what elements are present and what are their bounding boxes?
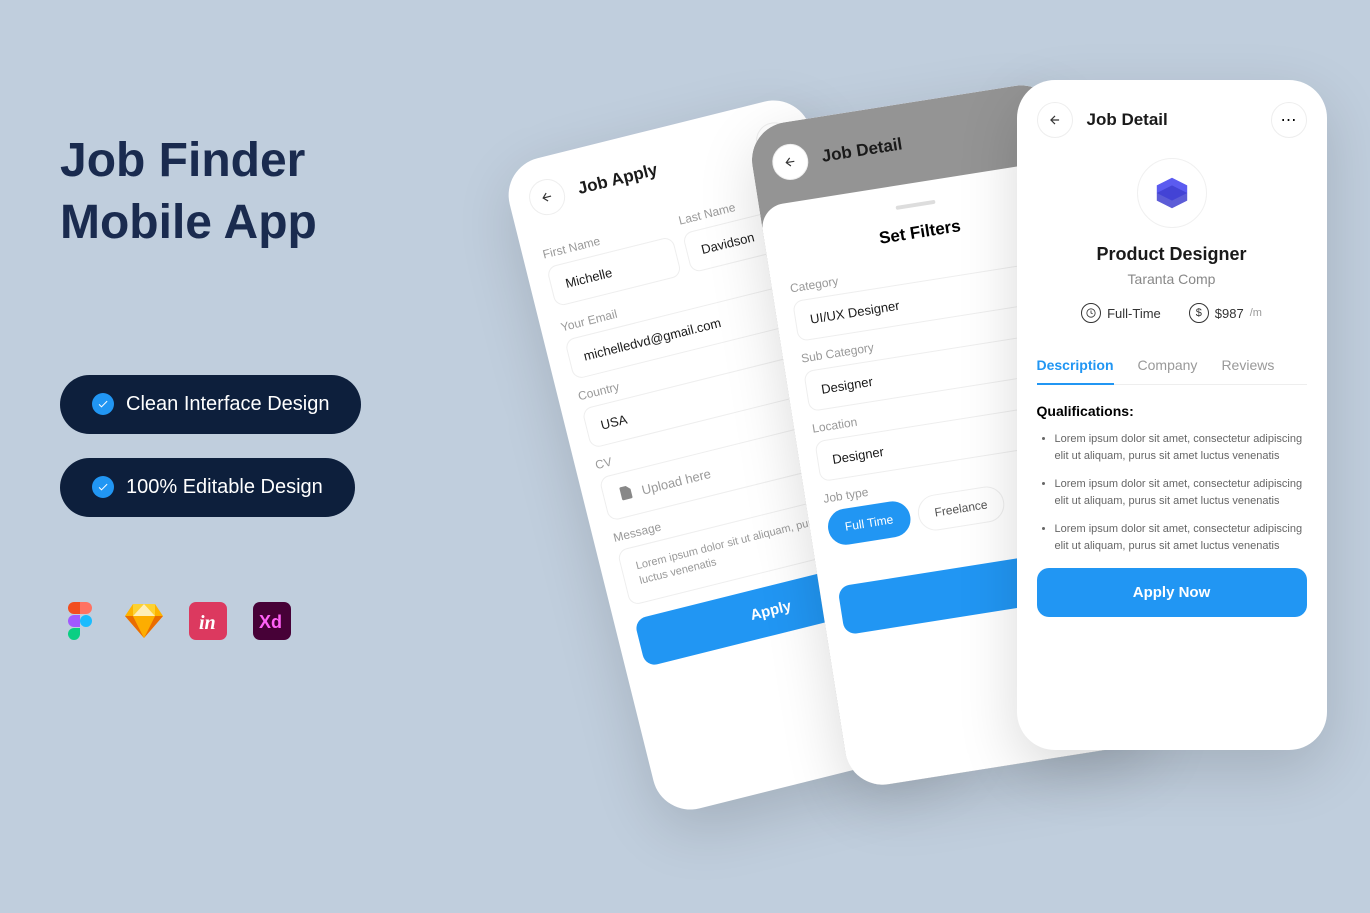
qualification-item: Lorem ipsum dolor sit amet, consectetur … — [1055, 521, 1307, 554]
company-name: Taranta Comp — [1037, 271, 1307, 287]
feature-text-2: 100% Editable Design — [126, 476, 323, 499]
more-button[interactable]: ⋯ — [1271, 102, 1307, 138]
feature-text-1: Clean Interface Design — [126, 393, 329, 416]
jobtype-freelance[interactable]: Freelance — [915, 484, 1007, 533]
apply-now-button[interactable]: Apply Now — [1037, 568, 1307, 617]
qualification-item: Lorem ipsum dolor sit amet, consectetur … — [1055, 431, 1307, 464]
dollar-icon: $ — [1189, 303, 1209, 323]
job-title: Product Designer — [1037, 244, 1307, 265]
svg-text:in: in — [199, 612, 216, 634]
back-button[interactable] — [769, 141, 810, 182]
sheet-handle[interactable] — [895, 200, 935, 210]
clock-icon — [1081, 303, 1101, 323]
jobtype-fulltime[interactable]: Full Time — [825, 499, 912, 547]
check-icon — [92, 393, 114, 415]
company-logo — [1137, 158, 1207, 228]
tab-reviews[interactable]: Reviews — [1221, 347, 1274, 384]
feature-pill-1: Clean Interface Design — [60, 375, 361, 434]
back-button[interactable] — [525, 175, 569, 219]
feature-pill-2: 100% Editable Design — [60, 458, 355, 517]
figma-icon — [60, 601, 100, 641]
file-icon — [616, 483, 636, 505]
screen-title: Job Detail — [1087, 110, 1257, 130]
hero-line2: Mobile App — [60, 196, 317, 249]
svg-text:Xd: Xd — [259, 612, 282, 632]
xd-icon: Xd — [252, 601, 292, 641]
tab-description[interactable]: Description — [1037, 347, 1114, 385]
salary: $ $987/m — [1189, 303, 1262, 323]
tool-icons-row: in Xd — [60, 601, 617, 641]
hero-line1: Job Finder — [60, 134, 305, 187]
tabs: Description Company Reviews — [1037, 347, 1307, 385]
qualification-item: Lorem ipsum dolor sit amet, consectetur … — [1055, 476, 1307, 509]
back-button[interactable] — [1037, 102, 1073, 138]
tab-company[interactable]: Company — [1138, 347, 1198, 384]
phone-detail-screen: Job Detail ⋯ Product Designer Taranta Co… — [1017, 80, 1327, 750]
qualifications-heading: Qualifications: — [1037, 403, 1307, 419]
employment-type: Full-Time — [1081, 303, 1161, 323]
qualifications-list: Lorem ipsum dolor sit amet, consectetur … — [1037, 431, 1307, 554]
check-icon — [92, 476, 114, 498]
screen-title: Job Apply — [575, 138, 745, 199]
upload-text: Upload here — [640, 466, 712, 498]
invision-icon: in — [188, 601, 228, 641]
sketch-icon — [124, 601, 164, 641]
